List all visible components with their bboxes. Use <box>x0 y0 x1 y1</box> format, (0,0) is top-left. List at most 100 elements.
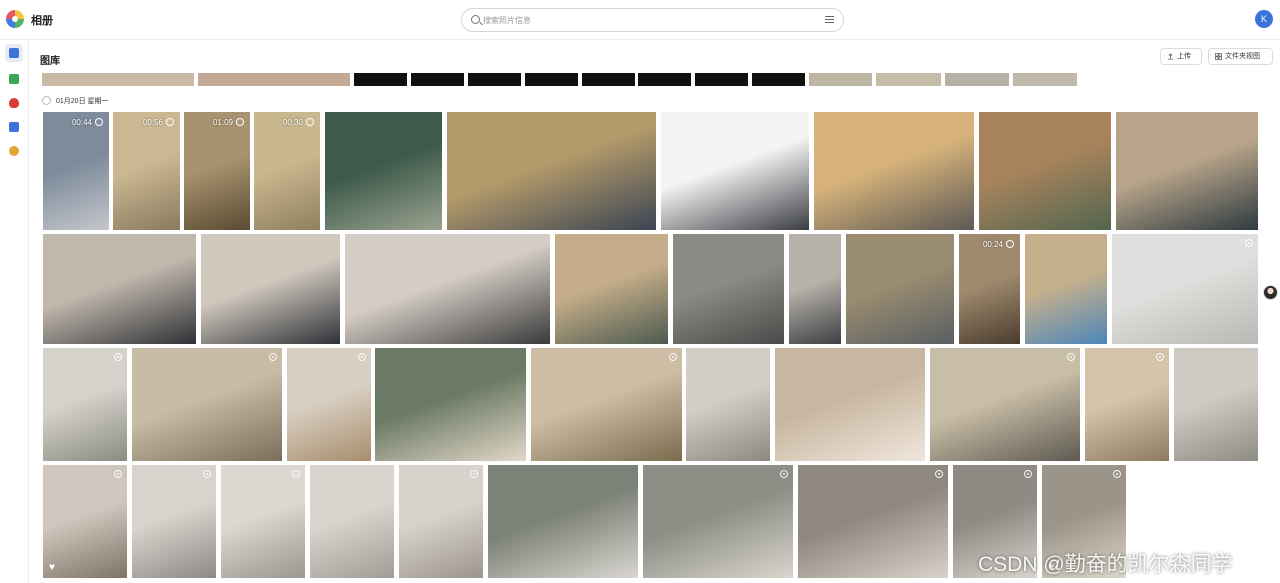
photo-thumbnail[interactable] <box>775 348 925 461</box>
nav-screen[interactable] <box>5 118 23 136</box>
photo-thumbnail[interactable] <box>1174 348 1258 461</box>
photo-thumbnail[interactable] <box>375 348 526 461</box>
photo-thumbnail[interactable] <box>488 465 638 578</box>
search-input[interactable] <box>483 12 803 28</box>
strip-thumbnail[interactable] <box>582 73 635 86</box>
nav-people[interactable] <box>5 142 23 160</box>
strip-thumbnail[interactable] <box>809 73 872 86</box>
live-photo-icon <box>292 470 300 478</box>
watermark: CSDN @勤奋的凯尔森同学 <box>978 553 1233 576</box>
strip-thumbnail[interactable] <box>638 73 691 86</box>
video-duration: 00:24 <box>983 240 1014 249</box>
video-thumbnail[interactable]: 01:09 <box>184 112 250 230</box>
strip-thumbnail[interactable] <box>411 73 464 86</box>
photo-thumbnail[interactable]: ♥ <box>43 465 127 578</box>
live-photo-icon <box>935 470 943 478</box>
photo-thumbnail[interactable] <box>555 234 668 344</box>
app-logo-icon <box>6 10 24 28</box>
strip-thumbnail[interactable] <box>695 73 748 86</box>
live-photo-icon <box>114 470 122 478</box>
nav-favorites[interactable] <box>5 94 23 112</box>
live-photo-icon <box>1113 470 1121 478</box>
photo-thumbnail[interactable] <box>814 112 974 230</box>
folder-view-button[interactable]: 文件夹视图 <box>1208 48 1273 65</box>
photo-thumbnail[interactable] <box>661 112 809 230</box>
screen-icon <box>9 122 19 132</box>
avatar[interactable]: K <box>1255 10 1273 28</box>
upload-icon <box>1167 53 1174 60</box>
video-duration: 00:44 <box>72 118 103 127</box>
strip-thumbnail[interactable] <box>945 73 1009 86</box>
strip-thumbnail[interactable] <box>198 73 350 86</box>
photo-icon <box>9 48 19 58</box>
photo-thumbnail[interactable] <box>643 465 793 578</box>
strip-thumbnail[interactable] <box>468 73 521 86</box>
photo-thumbnail[interactable] <box>531 348 682 461</box>
strip-thumbnail[interactable] <box>525 73 578 86</box>
photo-thumbnail[interactable] <box>345 234 550 344</box>
video-thumbnail[interactable]: 00:24 <box>959 234 1020 344</box>
strip-thumbnail[interactable] <box>42 73 194 86</box>
video-thumbnail[interactable]: 00:30 <box>254 112 320 230</box>
select-day-checkbox[interactable] <box>42 96 51 105</box>
side-nav <box>0 40 29 583</box>
play-icon <box>306 118 314 126</box>
nav-photos[interactable] <box>5 44 23 62</box>
photo-thumbnail[interactable] <box>846 234 954 344</box>
photo-thumbnail[interactable] <box>979 112 1111 230</box>
video-thumbnail[interactable]: 00:56 <box>113 112 180 230</box>
live-photo-icon <box>203 470 211 478</box>
play-icon <box>166 118 174 126</box>
live-photo-icon <box>780 470 788 478</box>
photo-thumbnail[interactable] <box>1085 348 1169 461</box>
play-icon <box>1006 240 1014 248</box>
photo-thumbnail[interactable] <box>686 348 770 461</box>
photo-thumbnail[interactable] <box>447 112 656 230</box>
photo-thumbnail[interactable] <box>399 465 483 578</box>
filter-icon[interactable] <box>825 16 834 24</box>
photo-thumbnail[interactable] <box>310 465 394 578</box>
favorite-heart-icon[interactable]: ♥ <box>49 563 55 573</box>
live-photo-icon <box>1024 470 1032 478</box>
photo-thumbnail[interactable] <box>43 348 127 461</box>
photo-thumbnail[interactable] <box>673 234 784 344</box>
strip-thumbnail[interactable] <box>1013 73 1077 86</box>
strip-thumbnail[interactable] <box>752 73 805 86</box>
photo-thumbnail[interactable] <box>132 465 216 578</box>
photo-thumbnail[interactable] <box>132 348 282 461</box>
photo-thumbnail[interactable] <box>1112 234 1258 344</box>
video-thumbnail[interactable]: 00:44 <box>43 112 109 230</box>
search-icon <box>471 15 480 24</box>
photo-thumbnail[interactable] <box>798 465 948 578</box>
live-photo-icon <box>1067 353 1075 361</box>
photo-thumbnail[interactable] <box>201 234 340 344</box>
video-duration: 00:30 <box>283 118 314 127</box>
live-photo-icon <box>1245 239 1253 247</box>
photo-thumbnail[interactable] <box>1116 112 1258 230</box>
live-photo-icon <box>669 353 677 361</box>
top-bar: 相册 K <box>0 0 1280 40</box>
albums-icon <box>9 74 19 84</box>
live-photo-icon <box>114 353 122 361</box>
strip-thumbnail[interactable] <box>876 73 941 86</box>
photo-thumbnail[interactable] <box>930 348 1080 461</box>
video-duration: 00:56 <box>143 118 174 127</box>
photo-thumbnail[interactable] <box>1025 234 1107 344</box>
strip-thumbnail[interactable] <box>354 73 407 86</box>
floating-assistant-avatar[interactable] <box>1263 285 1278 300</box>
photo-thumbnail[interactable] <box>287 348 371 461</box>
nav-albums[interactable] <box>5 70 23 88</box>
people-icon <box>9 146 19 156</box>
app-title: 相册 <box>31 15 53 27</box>
heart-icon <box>9 98 19 108</box>
play-icon <box>95 118 103 126</box>
live-photo-icon <box>358 353 366 361</box>
play-icon <box>236 118 244 126</box>
upload-button[interactable]: 上传 <box>1160 48 1202 65</box>
photo-thumbnail[interactable] <box>789 234 841 344</box>
page-title: 图库 <box>40 56 60 67</box>
photo-thumbnail[interactable] <box>43 234 196 344</box>
search-bar[interactable] <box>461 8 844 32</box>
photo-thumbnail[interactable] <box>221 465 305 578</box>
photo-thumbnail[interactable] <box>325 112 442 230</box>
